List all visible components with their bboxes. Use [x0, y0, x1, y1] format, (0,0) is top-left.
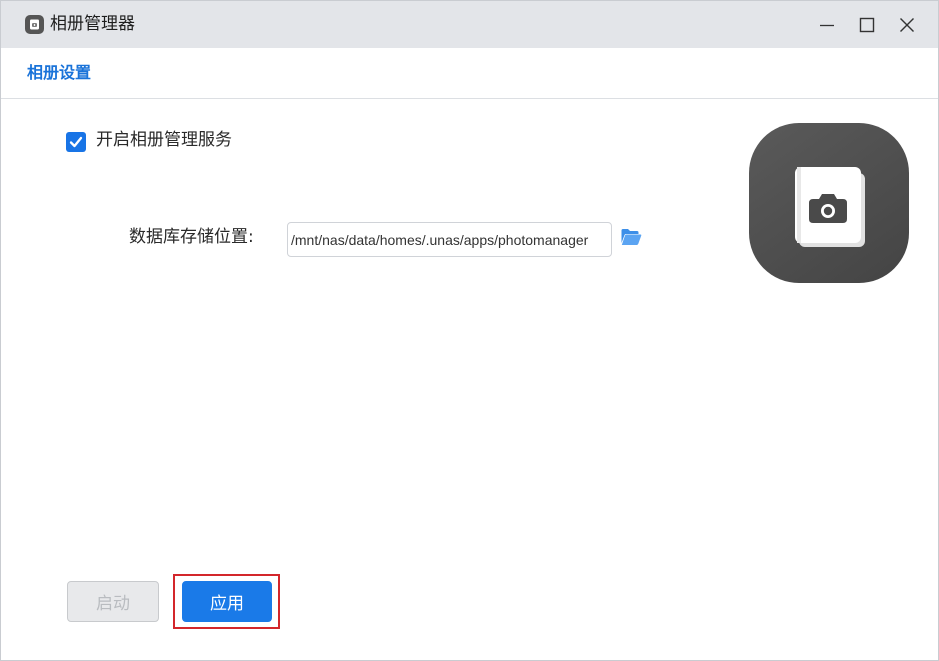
section-header: 相册设置: [1, 48, 938, 99]
db-location-input[interactable]: [287, 222, 612, 257]
enable-service-checkbox[interactable]: [66, 132, 86, 152]
photo-album-logo: [749, 123, 909, 283]
maximize-icon: [859, 17, 875, 33]
maximize-button[interactable]: [853, 11, 881, 39]
minimize-icon: [820, 24, 834, 27]
folder-open-icon[interactable]: [620, 227, 642, 247]
checkmark-icon: [69, 136, 83, 148]
db-location-label: 数据库存储位置:: [129, 227, 254, 247]
photo-album-icon: [25, 15, 44, 34]
app-window: 相册管理器 相册设置 开启相册管理服务 数据库存储位置: /mnt/nas/da…: [0, 0, 939, 661]
start-button[interactable]: 启动: [67, 581, 159, 622]
section-title: 相册设置: [27, 63, 92, 82]
minimize-button[interactable]: [813, 11, 841, 39]
close-icon: [900, 18, 914, 32]
apply-button[interactable]: 应用: [182, 581, 272, 622]
title-bar: 相册管理器: [1, 1, 938, 48]
enable-service-label[interactable]: 开启相册管理服务: [96, 129, 232, 151]
photo-album-icon: [795, 167, 865, 247]
window-title: 相册管理器: [50, 14, 135, 34]
close-button[interactable]: [893, 11, 921, 39]
